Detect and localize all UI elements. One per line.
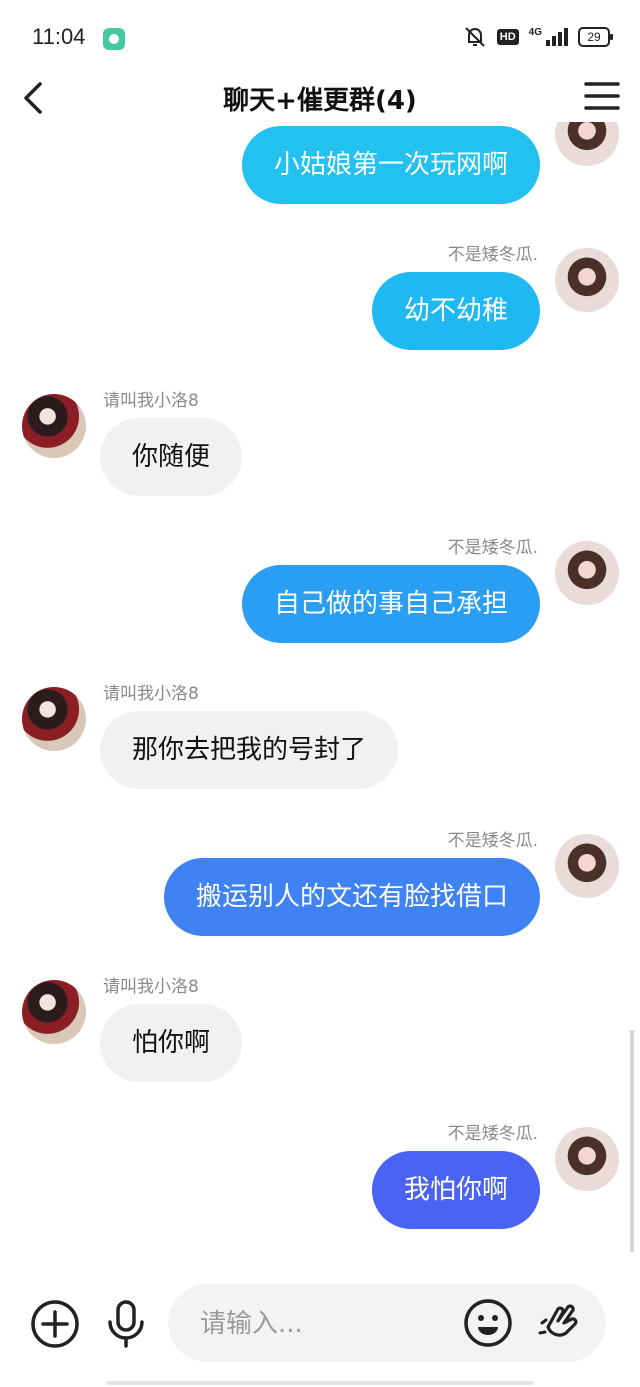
chat-title: 聊天+催更群(4) bbox=[223, 86, 417, 116]
message-input[interactable] bbox=[198, 1284, 452, 1364]
network-type: 4G bbox=[528, 26, 542, 38]
hd-voice-icon: HD bbox=[496, 29, 519, 45]
add-button[interactable] bbox=[29, 1298, 81, 1350]
message-bubble[interactable]: 小姑娘第一次玩网啊 bbox=[241, 126, 540, 204]
emoji-button[interactable] bbox=[462, 1297, 514, 1349]
message-bubble[interactable]: 那你去把我的号封了 bbox=[100, 711, 399, 789]
avatar[interactable] bbox=[555, 122, 619, 166]
avatar[interactable] bbox=[22, 687, 86, 751]
menu-icon bbox=[584, 82, 620, 110]
message-list[interactable]: 小姑娘第一次玩网啊 不是矮冬瓜. 幼不幼稚 请叫我小洛8 你随便 不是矮冬瓜. … bbox=[0, 122, 640, 1272]
message-input-container bbox=[168, 1284, 606, 1364]
avatar[interactable] bbox=[555, 248, 619, 312]
chat-header: 聊天+催更群(4) bbox=[0, 72, 640, 122]
status-bar: 11:04 HD 4G 29 bbox=[0, 0, 640, 72]
sender-name: 不是矮冬瓜. bbox=[447, 538, 538, 558]
message-bubble[interactable]: 幼不幼稚 bbox=[371, 272, 540, 350]
input-bar bbox=[0, 1278, 640, 1373]
voice-button[interactable] bbox=[100, 1298, 152, 1350]
sender-name: 请叫我小洛8 bbox=[103, 977, 199, 997]
mute-bell-icon bbox=[465, 27, 485, 47]
status-icons: HD 4G 29 bbox=[463, 26, 613, 48]
message-bubble[interactable]: 搬运别人的文还有脸找借口 bbox=[163, 858, 540, 936]
smiley-icon bbox=[464, 1299, 512, 1347]
home-indicator bbox=[106, 1381, 534, 1385]
battery-icon: 29 bbox=[578, 27, 613, 47]
avatar[interactable] bbox=[22, 980, 86, 1044]
menu-button[interactable] bbox=[584, 80, 620, 112]
message-bubble[interactable]: 自己做的事自己承担 bbox=[241, 565, 540, 643]
sender-name: 不是矮冬瓜. bbox=[447, 831, 538, 851]
app-notification-icon bbox=[103, 28, 125, 50]
sender-name: 请叫我小洛8 bbox=[103, 391, 199, 411]
avatar[interactable] bbox=[555, 834, 619, 898]
message-bubble[interactable]: 怕你啊 bbox=[100, 1004, 243, 1082]
sender-name: 不是矮冬瓜. bbox=[447, 1124, 538, 1144]
avatar[interactable] bbox=[555, 1127, 619, 1191]
sender-name: 不是矮冬瓜. bbox=[447, 245, 538, 265]
scrollbar[interactable] bbox=[630, 1030, 634, 1252]
avatar[interactable] bbox=[22, 394, 86, 458]
plus-circle-icon bbox=[31, 1300, 79, 1348]
sender-name: 请叫我小洛8 bbox=[103, 684, 199, 704]
status-time: 11:04 bbox=[32, 24, 86, 49]
microphone-icon bbox=[108, 1300, 144, 1348]
message-bubble[interactable]: 我怕你啊 bbox=[371, 1151, 540, 1229]
signal-icon bbox=[546, 28, 568, 46]
hand-gesture-icon bbox=[538, 1304, 578, 1337]
avatar[interactable] bbox=[555, 541, 619, 605]
message-bubble[interactable]: 你随便 bbox=[100, 418, 243, 496]
gesture-button[interactable] bbox=[534, 1297, 586, 1349]
